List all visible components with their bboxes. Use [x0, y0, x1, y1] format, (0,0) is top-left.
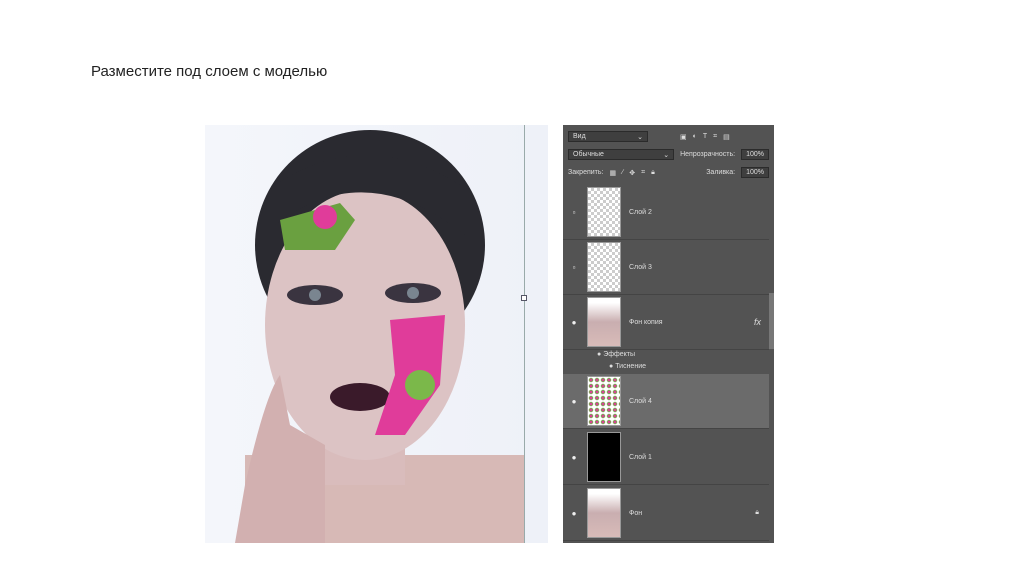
fill-label: Заливка: [706, 169, 736, 176]
lock-transparency-icon[interactable]: ▦ [609, 169, 616, 177]
opacity-input[interactable]: 100% [741, 149, 769, 160]
lock-artboard-icon[interactable]: ⌗ [641, 169, 645, 177]
layer-row[interactable]: ▫ Слой 3 [563, 240, 769, 295]
adjustment-filter-icon[interactable]: ◐ [693, 133, 697, 140]
lock-all-icon[interactable]: 🔒︎ [651, 169, 655, 177]
fx-icon[interactable]: fx [754, 317, 761, 327]
image-filter-icon[interactable]: ▣ [680, 133, 687, 141]
filter-label: Вид [573, 133, 586, 140]
layers-panel: Вид ⌄ ▣ ◐ T ⌗ ▤ Обычные ⌄ Непрозрачность: … [563, 125, 774, 543]
slide-title: Разместите под слоем с моделью [91, 63, 328, 80]
layer-row[interactable]: ▫ Слой 2 [563, 185, 769, 240]
blend-mode: Обычные [573, 151, 604, 158]
blend-mode-select[interactable]: Обычные ⌄ [568, 149, 675, 160]
model-photo [205, 125, 548, 543]
scrollbar[interactable] [769, 293, 774, 349]
layer-name: Слой 2 [629, 208, 652, 216]
effect-name: Тиснение [615, 363, 646, 370]
layer-thumbnail [587, 187, 621, 237]
layer-name: Слой 1 [629, 453, 652, 461]
layer-thumbnail [587, 297, 621, 347]
guide-line[interactable] [524, 125, 525, 543]
type-filter-icon[interactable]: T [703, 133, 707, 140]
layer-filter-select[interactable]: Вид ⌄ [568, 131, 648, 142]
fill-input[interactable]: 100% [741, 167, 769, 178]
lock-label: Закрепить: [568, 169, 604, 176]
lock-brush-icon[interactable]: ∕ [622, 169, 623, 176]
layer-name: Фон [629, 509, 643, 517]
layer-thumbnail [587, 242, 621, 292]
layer-thumbnail [587, 432, 621, 482]
effect-item[interactable]: ● Тиснение [609, 363, 646, 370]
layer-thumbnail [587, 488, 621, 538]
eye-icon[interactable]: ● [563, 453, 585, 462]
layer-row[interactable]: ● Фон 🔒︎ [563, 486, 769, 541]
effects-label: Эффекты [603, 351, 636, 358]
opacity-label: Непрозрачность: [680, 151, 736, 158]
eye-icon[interactable]: ● [563, 318, 585, 327]
layer-row[interactable]: ● Фон копия fx [563, 295, 769, 350]
chevron-down-icon: ⌄ [663, 151, 670, 159]
lock-move-icon[interactable]: ✥ [629, 169, 635, 177]
guide-handle[interactable] [521, 295, 527, 301]
layer-row[interactable]: ● Слой 1 [563, 430, 769, 485]
eye-icon[interactable]: ● [563, 397, 585, 406]
effects-item[interactable]: ● Эффекты [597, 351, 635, 358]
eye-icon[interactable]: ● [563, 509, 585, 518]
layer-row[interactable]: ● Слой 4 [563, 374, 769, 429]
layer-name: Фон копия [629, 318, 663, 326]
visibility-toggle[interactable]: ▫ [563, 208, 585, 217]
shape-filter-icon[interactable]: ⌗ [713, 133, 717, 141]
lock-icon: 🔒︎ [755, 509, 759, 516]
layer-name: Слой 4 [629, 397, 652, 405]
layer-thumbnail [587, 376, 621, 426]
layer-name: Слой 3 [629, 263, 652, 271]
visibility-toggle[interactable]: ▫ [563, 263, 585, 272]
smart-object-filter-icon[interactable]: ▤ [723, 133, 730, 141]
chevron-down-icon: ⌄ [637, 133, 643, 141]
